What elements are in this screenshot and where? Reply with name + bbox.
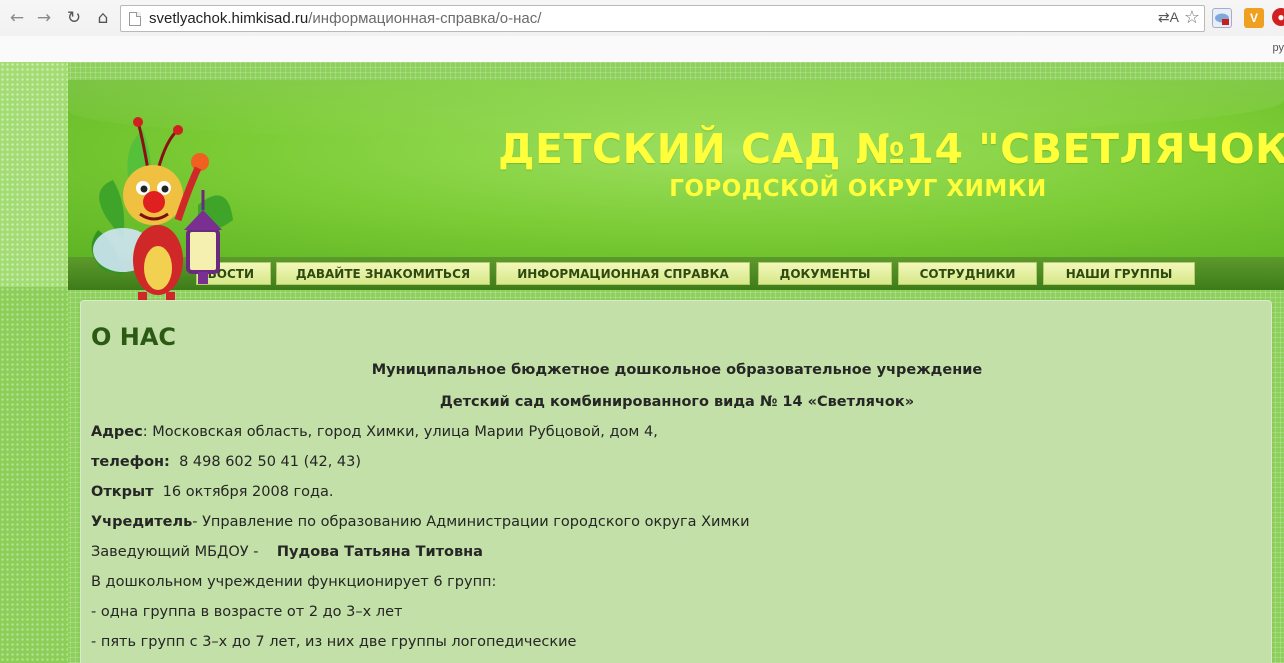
nav-item-staff[interactable]: СОТРУДНИКИ bbox=[898, 262, 1037, 285]
bookmarks-bar: ру bbox=[0, 36, 1284, 62]
site-header: ДЕТСКИЙ САД №14 "СВЕТЛЯЧОК" ГОРОДСКОЙ ОК… bbox=[68, 80, 1284, 258]
page-title: О НАС bbox=[91, 323, 177, 351]
url-path: /информационная-справка/о-нас/ bbox=[308, 10, 542, 27]
forward-arrow-icon[interactable]: → bbox=[33, 7, 55, 29]
group-line-1: - одна группа в возрасте от 2 до 3–х лет bbox=[91, 604, 403, 620]
content-panel: О НАС Муниципальное бюджетное дошкольное… bbox=[80, 300, 1272, 663]
phone-label: телефон: bbox=[91, 454, 170, 470]
edge-text: ру bbox=[1272, 42, 1284, 54]
nav-item-documents[interactable]: ДОКУМЕНТЫ bbox=[758, 262, 892, 285]
extension-cloud-icon[interactable] bbox=[1212, 8, 1232, 28]
address-label: Адрес bbox=[91, 424, 143, 440]
nav-item-label: ИНФОРМАЦИОННАЯ СПРАВКА bbox=[517, 266, 729, 281]
head-line: Заведующий МБДОУ - Пудова Татьяна Титовн… bbox=[91, 544, 483, 560]
extension-adblock-icon[interactable]: ● bbox=[1272, 8, 1284, 26]
phone-value: 8 498 602 50 41 (42, 43) bbox=[174, 454, 362, 470]
nav-item-label: СОТРУДНИКИ bbox=[919, 266, 1016, 281]
founder-label: Учредитель bbox=[91, 514, 193, 530]
org-name-line2: Детский сад комбинированного вида № 14 «… bbox=[439, 394, 915, 410]
nav-item-info[interactable]: ИНФОРМАЦИОННАЯ СПРАВКА bbox=[496, 262, 750, 285]
founder-value: - Управление по образованию Администраци… bbox=[192, 514, 750, 530]
translate-icon[interactable]: ⇄A bbox=[1158, 9, 1179, 26]
page-icon bbox=[129, 11, 141, 26]
home-icon[interactable]: ⌂ bbox=[92, 7, 114, 29]
back-arrow-icon[interactable]: ← bbox=[6, 7, 28, 29]
opened-line: Открыт 16 октября 2008 года. bbox=[91, 484, 334, 500]
bookmark-star-icon[interactable]: ☆ bbox=[1184, 7, 1200, 28]
url-domain: svetlyachok.himkisad.ru bbox=[149, 10, 309, 27]
founder-line: Учредитель- Управление по образованию Ад… bbox=[91, 514, 750, 530]
address-value: : Московская область, город Химки, улица… bbox=[142, 424, 658, 440]
opened-label: Открыт bbox=[91, 484, 154, 500]
site-body: ДЕТСКИЙ САД №14 "СВЕТЛЯЧОК" ГОРОДСКОЙ ОК… bbox=[0, 62, 1284, 663]
address-bar[interactable]: svetlyachok.himkisad.ru/информационная-с… bbox=[120, 5, 1205, 32]
nav-item-about[interactable]: ДАВАЙТЕ ЗНАКОМИТЬСЯ bbox=[276, 262, 490, 285]
browser-chrome: ← → ↻ ⌂ svetlyachok.himkisad.ru/информац… bbox=[0, 0, 1284, 62]
reload-icon[interactable]: ↻ bbox=[63, 7, 85, 29]
head-label: Заведующий МБДОУ - bbox=[91, 544, 259, 560]
site-subtitle: ГОРОДСКОЙ ОКРУГ ХИМКИ bbox=[669, 176, 1047, 202]
group-line-2: - пять групп с 3–х до 7 лет, из них две … bbox=[91, 634, 577, 650]
nav-item-groups[interactable]: НАШИ ГРУППЫ bbox=[1043, 262, 1195, 285]
nav-item-label: НАШИ ГРУППЫ bbox=[1065, 266, 1173, 281]
site-title: ДЕТСКИЙ САД №14 "СВЕТЛЯЧОК" bbox=[498, 125, 1284, 173]
address-line: Адрес: Московская область, город Химки, … bbox=[91, 424, 658, 440]
head-value: Пудова Татьяна Титовна bbox=[276, 544, 483, 560]
phone-line: телефон: 8 498 602 50 41 (42, 43) bbox=[91, 454, 361, 470]
nav-item-label: ДОКУМЕНТЫ bbox=[779, 266, 871, 281]
left-pattern-strip bbox=[0, 62, 68, 663]
main-nav: НОВОСТИ ДАВАЙТЕ ЗНАКОМИТЬСЯ ИНФОРМАЦИОНН… bbox=[68, 257, 1284, 290]
opened-value: 16 октября 2008 года. bbox=[158, 484, 334, 500]
nav-item-label: ДАВАЙТЕ ЗНАКОМИТЬСЯ bbox=[295, 266, 471, 281]
url-text[interactable]: svetlyachok.himkisad.ru/информационная-с… bbox=[149, 10, 541, 27]
org-name-line1: Муниципальное бюджетное дошкольное образ… bbox=[371, 362, 983, 378]
extension-v-icon[interactable]: V bbox=[1244, 8, 1264, 28]
groups-intro: В дошкольном учреждении функционирует 6 … bbox=[91, 574, 497, 590]
